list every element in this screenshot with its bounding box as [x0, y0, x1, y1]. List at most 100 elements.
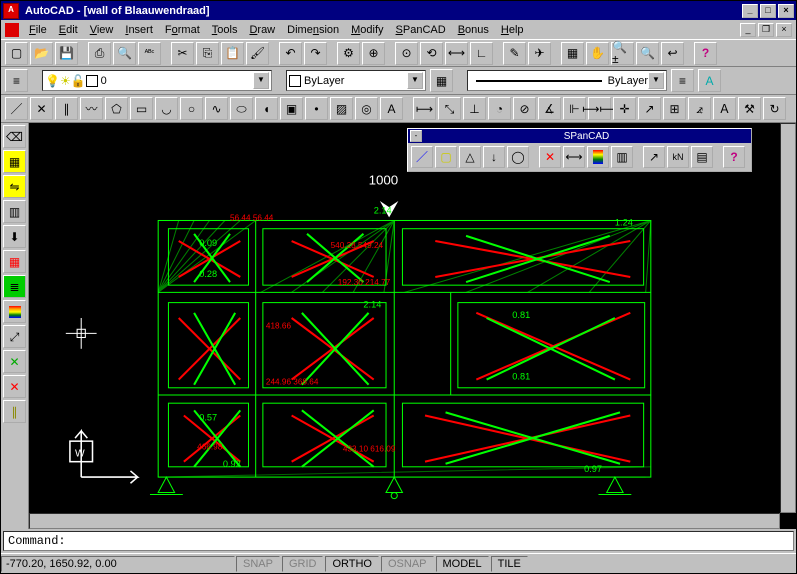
tile-toggle[interactable]: TILE: [491, 556, 528, 572]
rectangle-button[interactable]: ▭: [130, 97, 153, 120]
maximize-button[interactable]: □: [760, 4, 776, 18]
dimtext-button[interactable]: Ａ: [713, 97, 736, 120]
menu-help[interactable]: Help: [495, 23, 530, 37]
lengthen-button[interactable]: ✕: [3, 350, 26, 373]
pan-button[interactable]: ✋: [586, 42, 609, 65]
new-button[interactable]: ▢: [5, 42, 28, 65]
menu-bonus[interactable]: Bonus: [452, 23, 495, 37]
point-button[interactable]: •: [305, 97, 328, 120]
cut-button[interactable]: ✂: [171, 42, 194, 65]
sp-palette-button[interactable]: [587, 146, 609, 168]
block-button[interactable]: ▣: [280, 97, 303, 120]
help-button[interactable]: ?: [694, 42, 717, 65]
doc-close-button[interactable]: ×: [776, 23, 792, 37]
doc-restore-button[interactable]: ❐: [758, 23, 774, 37]
hatch-button[interactable]: ▨: [330, 97, 353, 120]
menu-dimension[interactable]: Dimension: [281, 23, 345, 37]
ucs-button[interactable]: ∟: [470, 42, 493, 65]
open-button[interactable]: 📂: [30, 42, 53, 65]
zoom-rt-button[interactable]: 🔍±: [611, 42, 634, 65]
spancad-panel[interactable]: - SPanCAD ／ ▢ △ ↓ ◯ ✕ ⟷ ▥: [407, 128, 752, 172]
snap-toggle[interactable]: SNAP: [236, 556, 280, 572]
sp-help-button[interactable]: ?: [723, 146, 745, 168]
circle-button[interactable]: ○: [180, 97, 203, 120]
ellipse-arc-button[interactable]: ◖: [255, 97, 278, 120]
color-dropdown[interactable]: ByLayer ▼: [286, 70, 426, 91]
print-button[interactable]: ⎙: [88, 42, 111, 65]
make-layer-button[interactable]: ≡: [5, 69, 28, 92]
dimdia-button[interactable]: ⊘: [513, 97, 536, 120]
sp-arrow-button[interactable]: ↗: [643, 146, 665, 168]
menu-modify[interactable]: Modify: [345, 23, 389, 37]
menu-edit[interactable]: Edit: [53, 23, 84, 37]
offset-button[interactable]: ▥: [3, 200, 26, 223]
menu-file[interactable]: File: [23, 23, 53, 37]
sp-xarrows-button[interactable]: ✕: [539, 146, 561, 168]
vertical-scrollbar[interactable]: [780, 123, 796, 513]
rotate-button[interactable]: ≣: [3, 275, 26, 298]
paste-button[interactable]: 📋: [221, 42, 244, 65]
array-button[interactable]: ⬇: [3, 225, 26, 248]
menu-spancad[interactable]: SPanCAD: [390, 23, 452, 37]
aerial-button[interactable]: ✈: [528, 42, 551, 65]
scale-button[interactable]: [3, 300, 26, 323]
ortho-toggle[interactable]: ORTHO: [325, 556, 379, 572]
browser-button[interactable]: ⊕: [362, 42, 385, 65]
arc-button[interactable]: ◡: [155, 97, 178, 120]
preview-button[interactable]: 🔍: [113, 42, 136, 65]
spell-button[interactable]: ᴬᴮᶜ: [138, 42, 161, 65]
drawing-canvas[interactable]: W 1000: [29, 123, 780, 513]
doc-minimize-button[interactable]: _: [740, 23, 756, 37]
dimang-button[interactable]: ∡: [538, 97, 561, 120]
sp-bars-button[interactable]: ▥: [611, 146, 633, 168]
redraw-button[interactable]: ✎: [503, 42, 526, 65]
dimcen-button[interactable]: ✛: [613, 97, 636, 120]
dimcont-button[interactable]: ⟼⟼: [588, 97, 611, 120]
layer-dropdown[interactable]: 💡 ☀ 🔓 0 ▼: [42, 70, 272, 91]
stretch-button[interactable]: ⤢: [3, 325, 26, 348]
dimlin-button[interactable]: ⟼: [413, 97, 436, 120]
linetype-dropdown[interactable]: ByLayer ▼: [467, 70, 667, 91]
line-button[interactable]: ／: [5, 97, 28, 120]
sp-beam-button[interactable]: ／: [411, 146, 433, 168]
tracking-button[interactable]: ⊙: [395, 42, 418, 65]
linetype-dialog-button[interactable]: ≡: [671, 69, 694, 92]
sp-panel-button[interactable]: ▢: [435, 146, 457, 168]
namedviews-button[interactable]: ▦: [561, 42, 584, 65]
spancad-titlebar[interactable]: - SPanCAD: [408, 129, 751, 143]
launch-button[interactable]: ⚙: [337, 42, 360, 65]
copyobj-button[interactable]: ▦: [3, 150, 26, 173]
color-dialog-button[interactable]: ▦: [430, 69, 453, 92]
save-button[interactable]: 💾: [55, 42, 78, 65]
spline-button[interactable]: ∿: [205, 97, 228, 120]
dimord-button[interactable]: ⊥: [463, 97, 486, 120]
snapfrom-button[interactable]: ⟲: [420, 42, 443, 65]
menu-format[interactable]: Format: [159, 23, 206, 37]
mtext-button[interactable]: A: [380, 97, 403, 120]
dimalign-button[interactable]: ⤡: [438, 97, 461, 120]
coordinates-display[interactable]: -770.20, 1650.92, 0.00: [1, 556, 235, 572]
dimupdate-button[interactable]: ↻: [763, 97, 786, 120]
dimrad-button[interactable]: ◔: [488, 97, 511, 120]
model-toggle[interactable]: MODEL: [436, 556, 489, 572]
properties-button[interactable]: A: [698, 69, 721, 92]
region-button[interactable]: ◎: [355, 97, 378, 120]
xline-button[interactable]: ✕: [30, 97, 53, 120]
polygon-button[interactable]: ⬠: [105, 97, 128, 120]
sp-dim-button[interactable]: ⟷: [563, 146, 585, 168]
dimtol-button[interactable]: ⊞: [663, 97, 686, 120]
zoom-prev-button[interactable]: ↩: [661, 42, 684, 65]
redo-button[interactable]: ↷: [304, 42, 327, 65]
spancad-sysmenu-icon[interactable]: -: [410, 130, 422, 142]
sp-loadpoint-button[interactable]: ↓: [483, 146, 505, 168]
zoom-win-button[interactable]: 🔍: [636, 42, 659, 65]
minimize-button[interactable]: _: [742, 4, 758, 18]
sp-support-button[interactable]: △: [459, 146, 481, 168]
menu-tools[interactable]: Tools: [206, 23, 244, 37]
dimstyle-button[interactable]: ⚒: [738, 97, 761, 120]
sp-loadline-button[interactable]: ◯: [507, 146, 529, 168]
move-button[interactable]: ▦: [3, 250, 26, 273]
menu-insert[interactable]: Insert: [119, 23, 159, 37]
copy-button[interactable]: ⎘: [196, 42, 219, 65]
grid-toggle[interactable]: GRID: [282, 556, 324, 572]
